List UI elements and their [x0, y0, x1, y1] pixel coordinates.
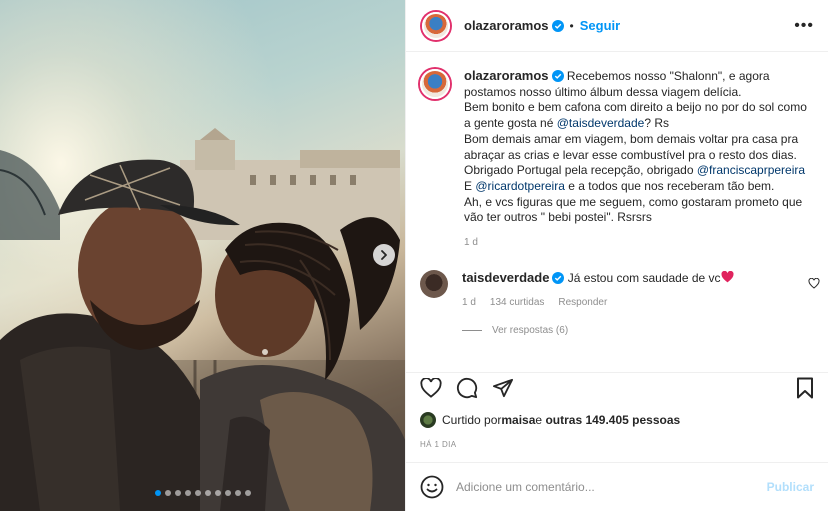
comment-time: 1 d	[462, 297, 476, 309]
caption-line-5-end: e a todos que nos receberam tão bem.	[564, 178, 775, 193]
comment-text: Já estou com saudade de vc	[567, 271, 721, 286]
mention-link[interactable]: @taisdeverdade	[557, 116, 645, 130]
heart-icon[interactable]	[420, 377, 442, 398]
photo-scene	[0, 0, 405, 511]
comments-section: olazaroramos Recebemos nosso "Shalonn", …	[406, 52, 828, 370]
view-replies-button[interactable]: Ver respostas (6)	[462, 325, 814, 336]
carousel-dot	[234, 490, 241, 496]
carousel-dot	[224, 490, 231, 496]
emoji-icon[interactable]	[420, 475, 444, 499]
carousel-dot	[194, 490, 201, 496]
carousel-dot	[204, 490, 211, 496]
carousel-dot	[184, 490, 191, 496]
mention-link[interactable]: @franciscaprpereira	[697, 163, 805, 177]
reply-button[interactable]: Responder	[558, 295, 607, 311]
author-username[interactable]: olazaroramos	[464, 18, 549, 33]
commenter-avatar[interactable]	[420, 270, 448, 299]
commenter-username[interactable]: taisdeverdade	[462, 270, 549, 285]
liker-username[interactable]: maisa	[501, 413, 535, 427]
carousel-dot	[244, 490, 251, 496]
verified-badge-icon	[551, 70, 564, 82]
caption-time: 1 d	[464, 237, 478, 249]
next-slide-button[interactable]	[373, 244, 395, 266]
verified-badge-icon	[552, 272, 565, 285]
caption-line-4: Obrigado Portugal pela recepção, obrigad…	[464, 163, 697, 178]
add-comment-bar: Publicar	[406, 462, 828, 511]
instagram-post: olazaroramos • Seguir ••• olazaroramos R…	[0, 0, 828, 511]
likes-middle: e	[535, 413, 543, 427]
caption-username[interactable]: olazaroramos	[464, 68, 549, 83]
bookmark-icon[interactable]	[796, 377, 814, 399]
caption-avatar[interactable]	[420, 69, 450, 99]
carousel-indicator	[0, 490, 405, 496]
action-bar	[406, 372, 828, 402]
mention-link[interactable]: @ricardotpereira	[475, 179, 565, 193]
likes-prefix: Curtido por	[442, 413, 502, 427]
red-heart-emoji-icon	[721, 270, 734, 283]
share-icon[interactable]	[492, 378, 514, 398]
view-replies-label: Ver respostas (6)	[492, 325, 569, 337]
replies-divider	[462, 330, 482, 332]
carousel-dot	[174, 490, 181, 496]
chevron-right-icon	[381, 250, 387, 260]
post-photo[interactable]	[0, 0, 405, 511]
post-date: HÁ 1 DIA	[420, 440, 457, 449]
caption-text: olazaroramos Recebemos nosso "Shalonn", …	[464, 68, 814, 226]
caption-line-2-end: ? Rs	[644, 116, 670, 131]
caption-line-6: Ah, e vcs figuras que me seguem, como go…	[464, 194, 806, 225]
more-options-icon[interactable]: •••	[794, 17, 814, 35]
caption-line-3: Bom demais amar em viagem, bom demais vo…	[464, 131, 802, 162]
comment-like-heart-icon[interactable]	[808, 278, 820, 289]
publish-button[interactable]: Publicar	[767, 480, 814, 494]
author-avatar[interactable]	[422, 11, 450, 40]
comment-icon[interactable]	[456, 377, 478, 399]
carousel-dot	[214, 490, 221, 496]
carousel-dot	[154, 490, 161, 496]
post-header: olazaroramos • Seguir •••	[406, 0, 828, 52]
post-details-panel: olazaroramos • Seguir ••• olazaroramos R…	[405, 0, 828, 511]
comment-item: taisdeverdade Já estou com saudade de vc…	[420, 270, 820, 311]
post-caption: olazaroramos Recebemos nosso "Shalonn", …	[420, 68, 814, 248]
comment-meta: 1 d 134 curtidas Responder	[462, 295, 814, 311]
carousel-dot	[164, 490, 171, 496]
follow-button[interactable]: Seguir	[580, 18, 620, 33]
caption-line-5-start: E	[464, 178, 476, 193]
verified-badge-icon	[551, 19, 564, 32]
likes-summary: Curtido por maisa e outras 149.405 pesso…	[420, 412, 680, 428]
liker-avatar[interactable]	[420, 412, 436, 428]
comment-input[interactable]	[456, 480, 759, 494]
comment-likes[interactable]: 134 curtidas	[490, 295, 544, 311]
header-separator: •	[569, 18, 574, 33]
likes-count-link[interactable]: outras 149.405 pessoas	[545, 413, 680, 427]
